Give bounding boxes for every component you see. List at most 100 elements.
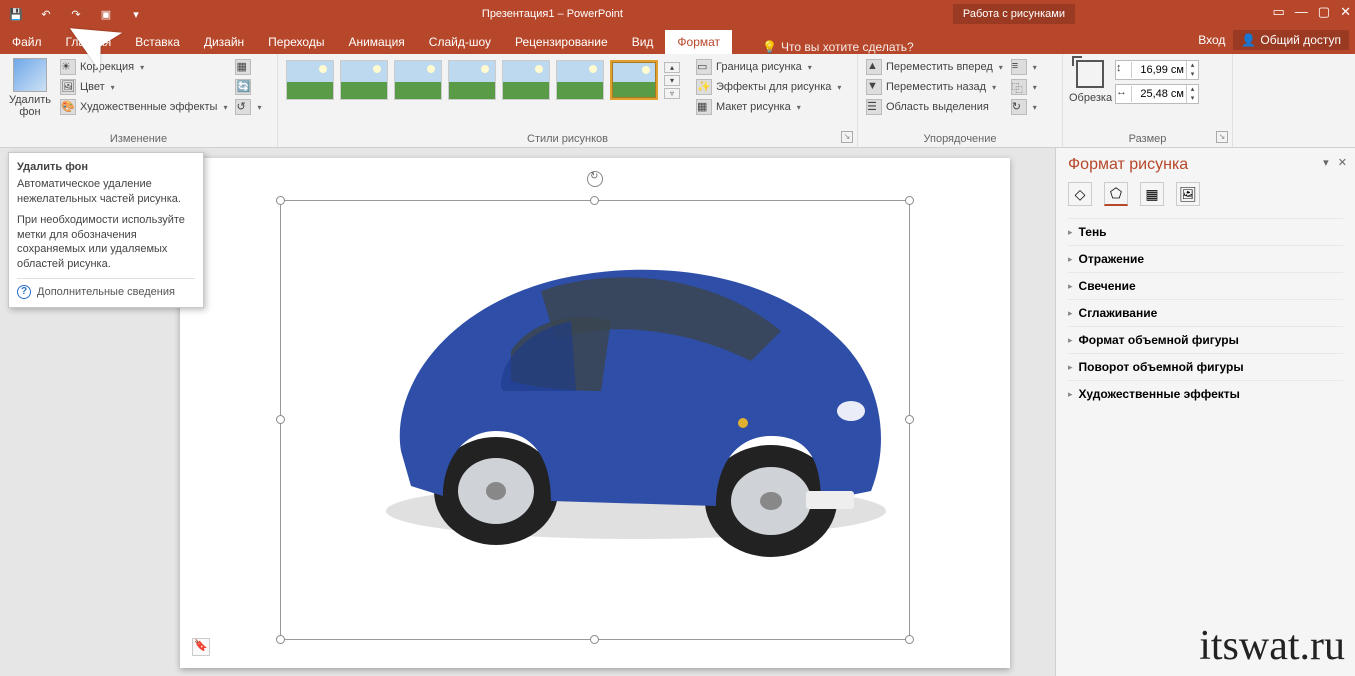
align-button[interactable]: ≡ bbox=[1009, 58, 1039, 76]
tab-design[interactable]: Дизайн bbox=[192, 30, 256, 54]
group-arrange: ▲Переместить вперед ▼Переместить назад ☰… bbox=[858, 54, 1063, 147]
picture-border-button[interactable]: ▭Граница рисунка bbox=[694, 58, 843, 76]
rotate-icon: ↻ bbox=[1011, 99, 1027, 115]
crop-button[interactable]: Обрезка bbox=[1069, 56, 1111, 104]
style-thumb[interactable] bbox=[556, 60, 604, 100]
slide[interactable]: 🔖 bbox=[180, 158, 1010, 668]
style-thumb[interactable] bbox=[286, 60, 334, 100]
slide-notes-icon[interactable]: 🔖 bbox=[192, 638, 210, 656]
selection-pane-button[interactable]: ☰Область выделения bbox=[864, 98, 1005, 116]
spin-down-icon[interactable]: ▾ bbox=[1186, 94, 1198, 103]
close-icon[interactable]: ✕ bbox=[1340, 4, 1351, 20]
minimize-icon[interactable]: — bbox=[1295, 4, 1308, 20]
resize-handle[interactable] bbox=[905, 635, 914, 644]
styles-dialog-launcher[interactable]: ↘ bbox=[841, 131, 853, 143]
rotate-button[interactable]: ↻ bbox=[1009, 98, 1039, 116]
height-input[interactable]: ↕ ▴▾ bbox=[1115, 60, 1199, 80]
spin-up-icon[interactable]: ▴ bbox=[1186, 61, 1198, 70]
send-backward-button[interactable]: ▼Переместить назад bbox=[864, 78, 1005, 96]
effects-icon: ✨ bbox=[696, 79, 712, 95]
help-icon: ? bbox=[17, 285, 31, 299]
gallery-more: ▴ ▾ ▿ bbox=[664, 62, 680, 99]
resize-handle[interactable] bbox=[276, 415, 285, 424]
resize-handle[interactable] bbox=[276, 635, 285, 644]
pane-options[interactable]: ▾ ✕ bbox=[1323, 156, 1347, 169]
width-field[interactable] bbox=[1132, 88, 1186, 100]
picture-layout-button[interactable]: ▦Макет рисунка bbox=[694, 98, 843, 116]
tab-picture-icon[interactable]: 🖼 bbox=[1176, 182, 1200, 206]
picture-style-gallery[interactable]: ▴ ▾ ▿ bbox=[284, 56, 682, 104]
selection-pane-icon: ☰ bbox=[866, 99, 882, 115]
width-input[interactable]: ↔ ▴▾ bbox=[1115, 84, 1199, 104]
resize-handle[interactable] bbox=[590, 635, 599, 644]
remove-background-button[interactable]: Удалить фон bbox=[6, 56, 54, 118]
format-picture-pane: ▾ ✕ Формат рисунка ◇ ⬠ ▦ 🖼 Тень Отражени… bbox=[1055, 148, 1355, 676]
accordion-3d-rotation[interactable]: Поворот объемной фигуры bbox=[1068, 353, 1343, 380]
accordion-3d-format[interactable]: Формат объемной фигуры bbox=[1068, 326, 1343, 353]
gallery-row-up-icon[interactable]: ▴ bbox=[664, 62, 680, 73]
lightbulb-icon: 💡 bbox=[762, 40, 777, 54]
crop-icon bbox=[1076, 60, 1104, 88]
accordion-shadow[interactable]: Тень bbox=[1068, 218, 1343, 245]
height-field[interactable] bbox=[1132, 64, 1186, 76]
tab-format[interactable]: Формат bbox=[665, 30, 732, 54]
pane-title: Формат рисунка bbox=[1068, 156, 1343, 174]
picture-effects-button[interactable]: ✨Эффекты для рисунка bbox=[694, 78, 843, 96]
gallery-expand-icon[interactable]: ▿ bbox=[664, 88, 680, 99]
spin-up-icon[interactable]: ▴ bbox=[1186, 85, 1198, 94]
size-dialog-launcher[interactable]: ↘ bbox=[1216, 131, 1228, 143]
tab-file[interactable]: Файл bbox=[0, 30, 54, 54]
layout-icon: ▦ bbox=[696, 99, 712, 115]
tooltip-text: При необходимости используйте метки для … bbox=[17, 213, 195, 272]
change-picture-button[interactable]: 🔄 bbox=[233, 78, 263, 96]
tab-size-icon[interactable]: ▦ bbox=[1140, 182, 1164, 206]
bring-forward-icon: ▲ bbox=[866, 59, 882, 75]
style-thumb[interactable] bbox=[340, 60, 388, 100]
maximize-icon[interactable]: ▢ bbox=[1318, 4, 1330, 20]
save-icon[interactable]: 💾 bbox=[6, 4, 26, 24]
group-objects-button[interactable]: ⿻ bbox=[1009, 78, 1039, 96]
align-icon: ≡ bbox=[1011, 59, 1027, 75]
ribbon-options-icon[interactable]: ▭ bbox=[1273, 4, 1285, 20]
tooltip-more-link[interactable]: ? Дополнительные сведения bbox=[17, 278, 195, 299]
image-selection[interactable] bbox=[280, 200, 910, 640]
reset-picture-button[interactable]: ↺ bbox=[233, 98, 263, 116]
group-adjust: Удалить фон ☀Коррекция 🖼Цвет 🎨Художестве… bbox=[0, 54, 278, 147]
share-button[interactable]: 👤 Общий доступ bbox=[1233, 30, 1349, 50]
remove-background-tooltip: Удалить фон Автоматическое удаление неже… bbox=[8, 152, 204, 308]
sign-in-link[interactable]: Вход bbox=[1198, 33, 1225, 47]
compress-pictures-button[interactable]: ▦ bbox=[233, 58, 263, 76]
tab-insert[interactable]: Вставка bbox=[123, 30, 192, 54]
tab-review[interactable]: Рецензирование bbox=[503, 30, 620, 54]
pane-category-tabs: ◇ ⬠ ▦ 🖼 bbox=[1068, 182, 1343, 206]
window-title: Презентация1 – PowerPoint bbox=[152, 8, 953, 20]
car-image[interactable] bbox=[351, 191, 911, 571]
accordion-reflection[interactable]: Отражение bbox=[1068, 245, 1343, 272]
bring-forward-button[interactable]: ▲Переместить вперед bbox=[864, 58, 1005, 76]
undo-icon[interactable]: ↶ bbox=[36, 4, 56, 24]
tell-me-search[interactable]: 💡 Что вы хотите сделать? bbox=[762, 40, 914, 54]
watermark-text: itswat.ru bbox=[1199, 622, 1345, 670]
tab-animations[interactable]: Анимация bbox=[336, 30, 416, 54]
accordion-soft-edges[interactable]: Сглаживание bbox=[1068, 299, 1343, 326]
resize-handle[interactable] bbox=[276, 196, 285, 205]
tab-effects-icon[interactable]: ⬠ bbox=[1104, 182, 1128, 206]
accordion-glow[interactable]: Свечение bbox=[1068, 272, 1343, 299]
tab-slideshow[interactable]: Слайд-шоу bbox=[417, 30, 503, 54]
ribbon: Удалить фон ☀Коррекция 🖼Цвет 🎨Художестве… bbox=[0, 54, 1355, 148]
gallery-row-down-icon[interactable]: ▾ bbox=[664, 75, 680, 86]
compress-icon: ▦ bbox=[235, 59, 251, 75]
tab-view[interactable]: Вид bbox=[620, 30, 666, 54]
style-thumb[interactable] bbox=[502, 60, 550, 100]
style-thumb[interactable] bbox=[394, 60, 442, 100]
rotation-handle[interactable] bbox=[587, 171, 603, 187]
style-thumb[interactable] bbox=[610, 60, 658, 100]
accordion-artistic[interactable]: Художественные эффекты bbox=[1068, 380, 1343, 407]
tab-transitions[interactable]: Переходы bbox=[256, 30, 336, 54]
color-icon: 🖼 bbox=[60, 79, 76, 95]
tab-fill-icon[interactable]: ◇ bbox=[1068, 182, 1092, 206]
style-thumb[interactable] bbox=[448, 60, 496, 100]
spin-down-icon[interactable]: ▾ bbox=[1186, 70, 1198, 79]
remove-background-icon bbox=[13, 58, 47, 92]
artistic-effects-button[interactable]: 🎨Художественные эффекты bbox=[58, 98, 229, 116]
